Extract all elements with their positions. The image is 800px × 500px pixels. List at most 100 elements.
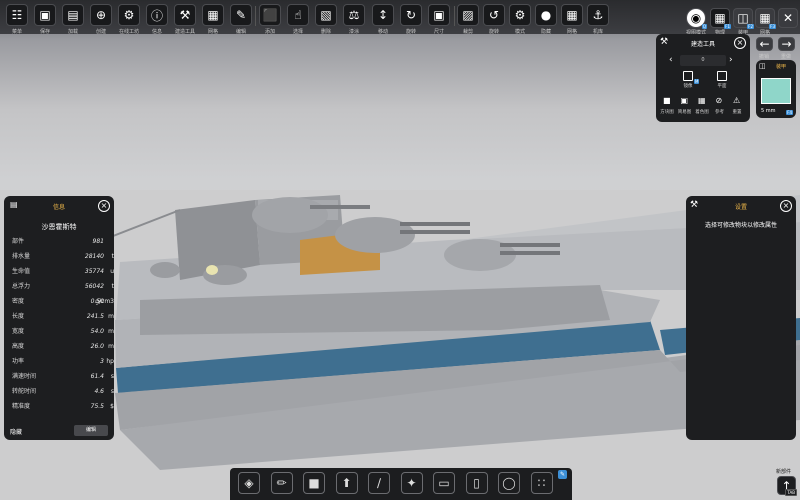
info-row-unit: m (108, 343, 114, 350)
info-button[interactable]: ⓘ (146, 4, 168, 26)
render-mode-button[interactable]: ■ (663, 96, 671, 105)
info-row: 精准度 75.5 $ (12, 401, 114, 413)
folder-button[interactable]: ▤ (62, 4, 84, 26)
close-icon[interactable]: × (780, 200, 792, 212)
edit-button[interactable]: 编辑 (74, 425, 108, 436)
image-icon: ▨ (462, 8, 474, 22)
cube-dark-tool-button[interactable]: ■ (303, 472, 325, 494)
physics-button[interactable]: ▦ F1 (710, 8, 731, 29)
paint-bucket-button[interactable]: ⚖ (343, 4, 365, 26)
cylinder-icon: ▯ (473, 476, 480, 490)
view-mode-button[interactable]: ◉ Q (686, 8, 707, 29)
info-row-value: 26.0 (90, 343, 104, 350)
stack-tool-button[interactable]: ⬆ (335, 472, 358, 494)
redo-button[interactable]: → (778, 37, 795, 51)
grid-button[interactable]: ▦ (202, 4, 224, 26)
info-row-key: 生命值 (12, 268, 31, 275)
info-row-key: 精准度 (12, 403, 31, 410)
info-row-value: 241.5 (86, 313, 104, 320)
cylinder-tool-button[interactable]: ▯ (465, 472, 488, 494)
toolbar-label: 删除 (320, 29, 332, 35)
mesh-icon: ▦ (566, 8, 578, 22)
render-mode-button[interactable]: ⊘ (716, 96, 723, 105)
armor-view-button[interactable]: ◫ F2 (733, 8, 754, 29)
add-block-button[interactable]: ⬛ (259, 4, 281, 26)
info-row-unit: t (111, 283, 114, 290)
brush-tool-button[interactable]: ✏ (270, 472, 293, 494)
render-mode-label: 简易图 (677, 110, 692, 115)
move-button[interactable]: ↕ (372, 4, 394, 26)
eraser-tool-button[interactable]: ▭ (433, 472, 455, 494)
close-icon[interactable]: × (734, 37, 746, 49)
info-row-value: 981 (92, 238, 104, 245)
rotate-button[interactable]: ↻ (400, 4, 422, 26)
paint-bucket-icon: ⚖ (348, 8, 360, 22)
steam-button[interactable]: ⚙ (118, 4, 140, 26)
place-tool-button[interactable]: ◈ (238, 472, 260, 494)
tools-icon: ⚒ (179, 8, 191, 22)
toolbar-label: 编辑 (235, 29, 247, 35)
toolbar-label: 网格 (566, 29, 578, 35)
mirror-button[interactable] (683, 71, 693, 81)
grid-menu-button[interactable]: ☷ (6, 4, 28, 26)
redo-label: 重做 (780, 54, 792, 60)
info-icon: ⓘ (150, 8, 163, 23)
info-row: 部件 981 (12, 236, 114, 248)
save-button[interactable]: ▣ (34, 4, 56, 26)
prev-arrow-button[interactable]: ‹ (669, 55, 673, 65)
render-mode-button[interactable]: ▣ (681, 96, 689, 105)
grid-icon: ▦ (207, 8, 219, 22)
toolbar-label: 旋转 (488, 29, 500, 35)
render-mode-button[interactable]: ▦ (698, 96, 706, 105)
undo-button[interactable]: ← (756, 37, 773, 51)
render-mode-button[interactable]: ⚠ (733, 96, 740, 105)
settings-panel: ⚒ 设置 × 选择可修改物块以修改属性 (686, 196, 796, 440)
close-icon[interactable]: × (98, 200, 110, 212)
image-button[interactable]: ▨ (457, 4, 479, 26)
rotate-cw-button[interactable]: ↺ (483, 4, 505, 26)
info-row-key: 密度 (12, 298, 25, 305)
info-row-value: 75.5 (90, 403, 104, 410)
new-part-button[interactable]: ↑ TAB (777, 476, 797, 496)
pin-icon[interactable]: ✎ (558, 470, 567, 479)
plane-button[interactable] (717, 71, 727, 81)
brush-icon: ✏ (276, 476, 287, 490)
plus-circle-button[interactable]: ⊕ (90, 4, 112, 26)
info-row: 长度 241.5 m (12, 311, 114, 323)
plus-circle-icon: ⊕ (95, 8, 107, 22)
info-row: 功率 3 hp (12, 356, 114, 368)
toolbar-label: 机库 (592, 29, 604, 35)
info-row-value: 56042 (84, 283, 104, 290)
folder-icon: ▤ (67, 8, 79, 22)
info-row: 排水量 28140 t (12, 251, 114, 263)
ellipse-tool-button[interactable]: ◯ (498, 472, 520, 494)
edit-button[interactable]: ✎ (230, 4, 252, 26)
wand-tool-button[interactable]: ✦ (400, 472, 423, 494)
info-row-unit: s (110, 373, 114, 380)
tools-button[interactable]: ⚒ (174, 4, 196, 26)
mesh-button[interactable]: ▦ (561, 4, 583, 26)
pencil-tool-button[interactable]: ∕ (368, 472, 390, 494)
dots-grid-tool-button[interactable]: ∷ (530, 472, 553, 494)
eraser-icon: ▭ (438, 476, 450, 490)
ship-name: 沙恩霍斯特 (41, 223, 77, 231)
info-row: 总浮力 56042 t (12, 281, 114, 293)
hand-select-button[interactable]: ☝ (287, 4, 309, 26)
grid-view-button[interactable]: ▦ F3 (755, 8, 776, 29)
close-window-button[interactable]: ✕ (778, 8, 798, 28)
delete-block-button[interactable]: ▧ (315, 4, 337, 26)
info-panel: ▤ 信息 × 沙恩霍斯特 部件 981 排水量 28140 t 生命值 35774 u 总浮力 5… (4, 196, 114, 440)
toolbar-label: 移动 (377, 29, 389, 35)
info-row-key: 高度 (12, 343, 25, 350)
resize-button[interactable]: ▣ (428, 4, 450, 26)
render-mode-label: 参考 (715, 110, 724, 115)
anchor-button[interactable]: ⚓ (587, 4, 609, 26)
hide-label[interactable]: 隐藏 (10, 427, 22, 436)
counter-field[interactable]: 0 (680, 55, 726, 66)
next-arrow-button[interactable]: › (729, 55, 733, 65)
hide-button[interactable]: ● (535, 4, 557, 26)
info-row: 满速时间 61.4 s (12, 371, 114, 383)
info-row-key: 长度 (12, 313, 25, 320)
gear-mode-button[interactable]: ⚙ (509, 4, 531, 26)
armor-color-swatch[interactable] (761, 78, 791, 104)
